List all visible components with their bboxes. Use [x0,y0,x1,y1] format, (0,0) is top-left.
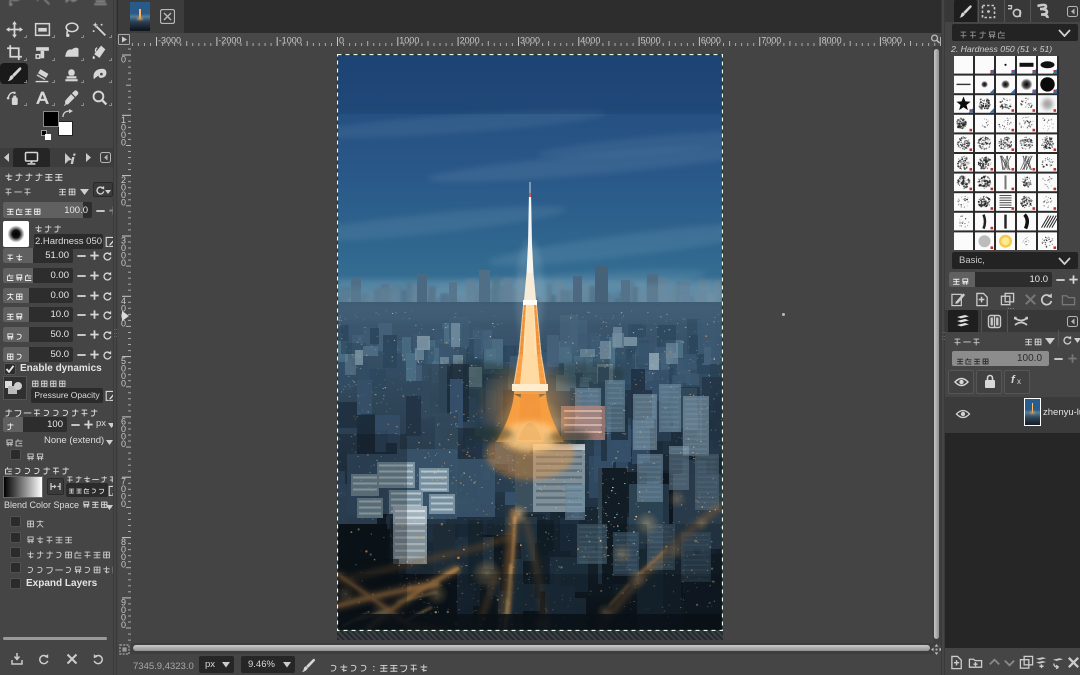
svg-text:0: 0 [121,439,126,449]
svg-text:0: 0 [121,137,126,147]
svg-text:-3000: -3000 [158,36,181,46]
svg-text:0: 0 [121,560,126,570]
svg-text:0: 0 [121,499,126,509]
svg-text:-1000: -1000 [279,36,302,46]
svg-text:0: 0 [121,55,126,65]
svg-text:0: 0 [121,258,126,268]
svg-text:-2000: -2000 [218,36,241,46]
svg-text:0: 0 [121,620,126,630]
svg-text:0: 0 [121,198,126,208]
svg-text:0: 0 [121,379,126,389]
